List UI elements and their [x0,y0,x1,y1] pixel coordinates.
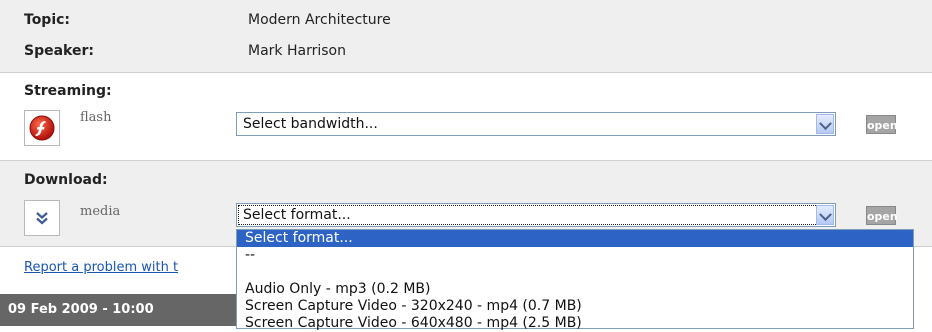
info-panel [0,0,932,72]
speaker-label: Speaker: [24,43,94,59]
divider [0,72,932,73]
speaker-value: Mark Harrison [248,43,346,59]
bandwidth-select-value: Select bandwidth... [243,116,378,132]
bandwidth-select[interactable]: Select bandwidth... [236,112,836,136]
format-option[interactable]: Screen Capture Video - 320x240 - mp4 (0.… [237,298,913,315]
format-option[interactable]: Screen Capture Video - 640x480 - mp4 (2.… [237,315,913,332]
format-select[interactable]: Select format... [236,203,836,227]
flash-icon [29,115,55,141]
format-option[interactable] [237,264,913,281]
report-problem-link[interactable]: Report a problem with t [24,260,178,275]
format-option[interactable]: Audio Only - mp3 (0.2 MB) [237,281,913,298]
chevron-down-icon[interactable] [816,205,834,225]
flash-icon-box[interactable] [24,110,60,146]
chevron-down-icon [36,212,48,225]
download-icon-box[interactable] [24,200,60,236]
chevron-down-icon[interactable] [816,114,834,134]
download-open-button[interactable]: open [866,206,898,225]
format-dropdown-list[interactable]: Select format... -- Audio Only - mp3 (0.… [236,229,914,332]
streaming-open-button[interactable]: open [866,115,898,134]
streaming-type-label: flash [80,110,112,125]
format-select-value: Select format... [243,207,351,223]
download-type-label: media [80,204,121,219]
streaming-heading: Streaming: [24,83,112,99]
download-heading: Download: [24,172,108,188]
format-option[interactable]: Select format... [237,230,913,247]
format-option[interactable]: -- [237,247,913,264]
topic-label: Topic: [24,12,71,28]
topic-value: Modern Architecture [248,12,391,28]
date-bar: 09 Feb 2009 - 10:00 [0,294,236,326]
